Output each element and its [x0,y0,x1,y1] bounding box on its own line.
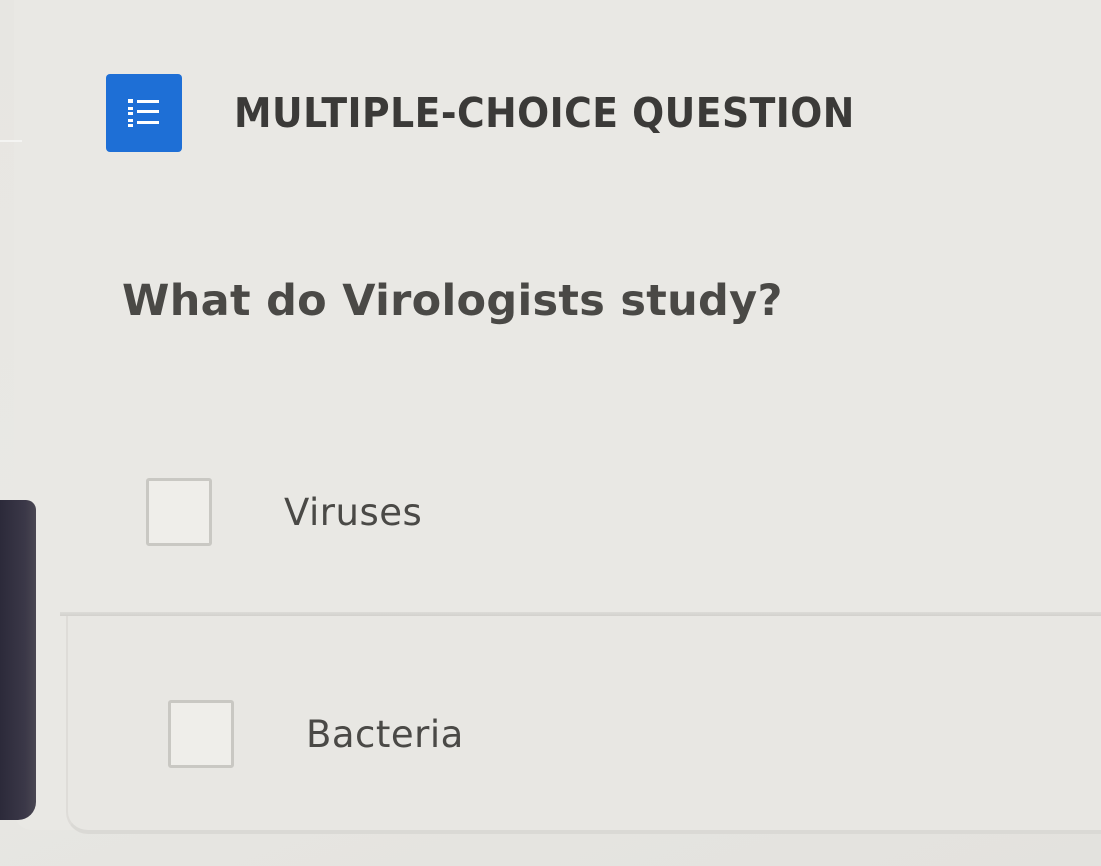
option-checkbox[interactable] [146,478,212,546]
question-text: What do Virologists study? [122,276,783,326]
option-label: Bacteria [306,712,464,756]
numbered-list-icon [106,74,182,152]
edge-rule [0,140,22,142]
option-label: Viruses [284,490,423,534]
question-header: MULTIPLE-CHOICE QUESTION [106,74,909,152]
question-type-title: MULTIPLE-CHOICE QUESTION [234,89,855,137]
screen: MULTIPLE-CHOICE QUESTION What do Virolog… [0,0,1101,866]
option-divider [60,612,1101,616]
option-bacteria[interactable]: Bacteria [168,700,464,768]
option-checkbox[interactable] [168,700,234,768]
option-viruses[interactable]: Viruses [146,478,422,546]
device-bezel [0,500,36,820]
